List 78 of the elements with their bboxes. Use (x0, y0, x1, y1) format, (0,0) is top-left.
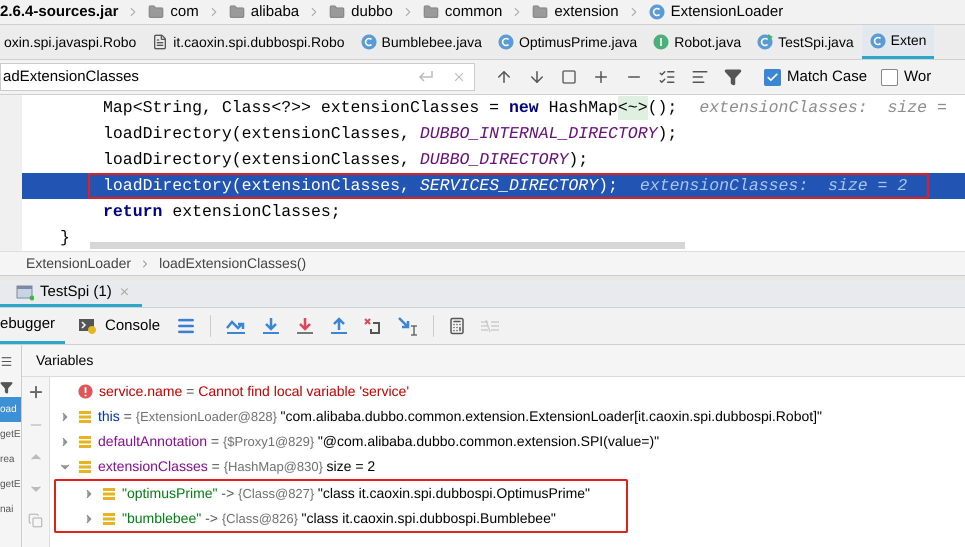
code-line: } (60, 226, 70, 249)
editor-tab[interactable]: Bumblebee.java (352, 25, 490, 59)
frames-icon[interactable] (176, 316, 196, 336)
panel-title: Variables (36, 351, 94, 370)
editor-tab[interactable]: Robot.java (645, 25, 750, 59)
code-line: loadDirectory(extensionClasses, DUBBO_DIRECTORY); (103, 148, 588, 171)
console-icon (79, 318, 97, 334)
breadcrumb-item[interactable]: loadExtensionClasses() (159, 253, 306, 274)
previous-icon[interactable] (495, 68, 513, 86)
breadcrumb-item[interactable]: com (170, 0, 199, 24)
select-all-icon[interactable] (561, 69, 577, 85)
search-field[interactable]: adExtensionClasses (0, 63, 475, 91)
field-icon (102, 486, 116, 500)
editor-tab[interactable]: it.caoxin.spi.dubbospi.Robo (144, 25, 353, 59)
class-icon (498, 34, 514, 50)
debug-tab[interactable]: Console (65, 308, 170, 344)
variable-entry[interactable]: extensionClasses = {HashMap@830} size = 2 (98, 456, 376, 477)
variable-entry[interactable]: defaultAnnotation = {$Proxy1@829} "@com.alibaba.dubbo.common.extension.SPI(value=)" (98, 431, 660, 452)
select-occurrences-icon[interactable] (658, 68, 676, 86)
editor-tab[interactable]: OptimusPrime.java (490, 25, 646, 59)
field-icon (78, 434, 92, 448)
frame-item[interactable]: getE (0, 472, 21, 497)
code-line: return extensionClasses; (103, 200, 341, 223)
breadcrumb-item[interactable]: ExtensionLoader (26, 253, 132, 274)
folder-icon (329, 4, 346, 20)
code-line: Map<String, Class<?>> extensionClasses = new HashMap<~>(); extensionClasses: size = (103, 95, 957, 121)
frame-item[interactable]: nai (0, 497, 21, 522)
calculator-icon[interactable] (448, 317, 466, 335)
editor-tab[interactable]: oxin.spi.javaspi.Robo (0, 25, 144, 59)
filter-lines-icon[interactable] (691, 68, 709, 86)
run-to-cursor-icon[interactable] (397, 316, 420, 336)
force-step-into-icon[interactable] (295, 317, 316, 335)
class-icon (648, 4, 665, 20)
clear-icon[interactable] (452, 70, 466, 84)
file-icon (152, 34, 168, 50)
folder-icon (532, 4, 548, 20)
check-icon (766, 70, 779, 84)
window-icon (16, 284, 34, 300)
field-icon (102, 512, 116, 526)
trace-icon (480, 318, 500, 334)
option-label: Wor (904, 66, 932, 87)
breadcrumb-item[interactable]: 2.6.4-sources.jar (0, 0, 118, 24)
variable-entry[interactable]: "optimusPrime" -> {Class@827} "class it.caoxin.spi.dubbospi.OptimusPrime" (122, 483, 590, 504)
frames-list-icon (0, 354, 13, 368)
editor-tab[interactable]: Exten (862, 25, 934, 59)
option-label: Match Case (787, 66, 868, 87)
checkbox[interactable] (764, 68, 781, 86)
folder-icon (148, 4, 164, 20)
breadcrumb-item[interactable]: extension (554, 0, 619, 24)
scrollbar[interactable] (90, 242, 685, 249)
step-out-icon[interactable] (329, 317, 350, 335)
breadcrumb-item[interactable]: common (444, 0, 502, 24)
step-into-icon[interactable] (261, 317, 282, 335)
folder-icon (422, 4, 439, 20)
next-icon[interactable] (528, 68, 546, 86)
code-line: loadDirectory(extensionClasses, DUBBO_INTERNAL_DIRECTORY); (103, 122, 678, 145)
class-icon (360, 34, 377, 50)
frame-item[interactable]: rea (0, 447, 21, 472)
class-icon (653, 34, 670, 50)
breadcrumb-item[interactable]: alibaba (250, 0, 300, 24)
variable-entry[interactable]: this = {ExtensionLoader@828} "com.alibaba.dubbo.common.extension.ExtensionLoader[it.caoxin.spi.dubbospi.Robot]" (98, 406, 822, 427)
frame-item[interactable]: getE (0, 422, 21, 447)
filter-icon[interactable] (724, 68, 742, 86)
field-icon (78, 410, 92, 424)
error-icon (78, 384, 93, 399)
add-selection-icon[interactable] (592, 68, 610, 86)
breadcrumb-item[interactable]: dubbo (351, 0, 393, 24)
field-icon (78, 460, 92, 474)
class-icon (870, 32, 886, 48)
class-icon (757, 34, 774, 50)
enter-icon[interactable] (418, 70, 434, 84)
editor-tab[interactable]: TestSpi.java (749, 25, 862, 59)
variable-entry[interactable]: "bumblebee" -> {Class@826} "class it.caoxin.spi.dubbospi.Bumblebee" (122, 508, 556, 529)
checkbox[interactable] (881, 68, 898, 86)
filter-icon[interactable] (0, 380, 13, 394)
breadcrumb-item[interactable]: ExtensionLoader (670, 0, 784, 24)
variable-entry[interactable]: service.name = Cannot find local variable 'service' (99, 381, 410, 402)
folder-icon (228, 4, 245, 20)
